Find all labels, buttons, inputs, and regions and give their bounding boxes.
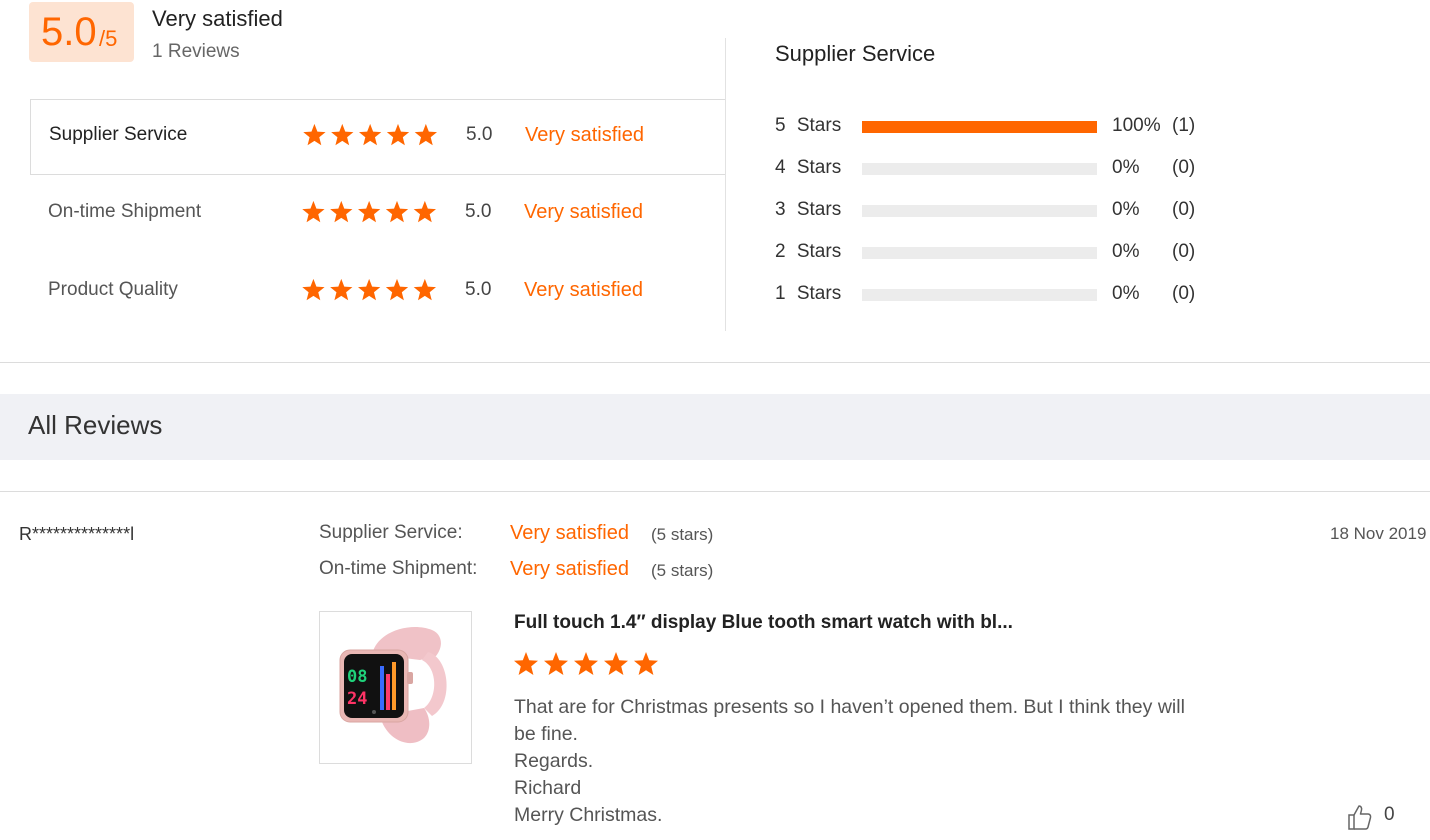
star-icon: [385, 278, 409, 301]
thumbs-up-icon: [1348, 805, 1372, 830]
distribution-label: 1 Stars: [775, 283, 842, 304]
distribution-percent: 0%: [1112, 199, 1140, 220]
helpful-button[interactable]: 0: [1346, 803, 1395, 831]
section-divider: [0, 362, 1430, 363]
review-text-line: Merry Christmas.: [514, 804, 663, 826]
star-icon: [358, 278, 381, 301]
star-icon: [413, 278, 436, 301]
category-score: 5.0: [466, 124, 493, 145]
product-title[interactable]: Full touch 1.4″ display Blue tooth smart…: [514, 612, 1013, 634]
category-score: 5.0: [465, 201, 492, 222]
star-icon: [604, 652, 628, 675]
category-stars: [302, 278, 436, 301]
star-icon: [544, 652, 568, 675]
review-rating-label: Supplier Service:: [319, 522, 463, 543]
distribution-row-3: 3 Stars 0% (0): [775, 196, 1235, 226]
category-satisfaction: Very satisfied: [525, 124, 644, 146]
distribution-bar-track: [862, 205, 1097, 217]
category-satisfaction: Very satisfied: [524, 279, 643, 301]
review-divider: [0, 491, 1430, 492]
star-icon: [385, 200, 409, 223]
category-label: Product Quality: [48, 279, 178, 300]
reviews-count: 1 Reviews: [152, 41, 240, 62]
distribution-count: (1): [1172, 115, 1196, 136]
star-icon: [359, 123, 382, 146]
overall-score-badge: 5.0 /5: [29, 2, 134, 62]
overall-score: 5.0: [41, 10, 97, 54]
star-icon: [413, 200, 436, 223]
overall-rating-title: Very satisfied: [152, 6, 283, 31]
category-label: Supplier Service: [49, 124, 188, 145]
category-score: 5.0: [465, 279, 492, 300]
review-rating-stars-text: (5 stars): [651, 525, 714, 544]
star-icon: [331, 123, 354, 146]
star-icon: [574, 652, 598, 675]
star-icon: [303, 123, 326, 146]
distribution-row-4: 4 Stars 0% (0): [775, 154, 1235, 184]
overall-score-max: /5: [99, 26, 118, 51]
review-rating-label: On-time Shipment:: [319, 558, 478, 579]
distribution-count: (0): [1172, 157, 1196, 178]
distribution-percent: 100%: [1112, 115, 1161, 136]
category-row-product-quality[interactable]: Product Quality 5.0 Very satisfied: [30, 255, 726, 331]
review-text-line: Regards.: [514, 750, 594, 772]
star-icon: [358, 200, 381, 223]
star-icon: [302, 200, 325, 223]
distribution-bar-track: [862, 163, 1097, 175]
review-text-line: Richard: [514, 777, 582, 799]
product-thumbnail[interactable]: 08 24: [319, 611, 472, 764]
distribution-percent: 0%: [1112, 241, 1140, 262]
review-rating-value: Very satisfied: [510, 558, 629, 580]
category-row-on-time-shipment[interactable]: On-time Shipment 5.0 Very satisfied: [30, 177, 726, 253]
star-icon: [302, 278, 325, 301]
distribution-label: 5 Stars: [775, 115, 842, 136]
distribution-count: (0): [1172, 199, 1196, 220]
review-rating-on-time-shipment: On-time Shipment:: [319, 558, 477, 580]
distribution-label: 3 Stars: [775, 199, 842, 220]
star-icon: [514, 652, 538, 675]
star-icon: [330, 278, 353, 301]
distribution-count: (0): [1172, 283, 1196, 304]
star-icon: [414, 123, 437, 146]
distribution-percent: 0%: [1112, 157, 1140, 178]
svg-text:08: 08: [347, 667, 367, 687]
smartwatch-image: 08 24: [339, 627, 447, 744]
svg-text:24: 24: [347, 689, 367, 709]
distribution-label: 2 Stars: [775, 241, 842, 262]
distribution-row-5: 5 Stars 100% (1): [775, 112, 1235, 142]
distribution-row-2: 2 Stars 0% (0): [775, 238, 1235, 268]
review-stars: [514, 652, 658, 675]
distribution-bar-track: [862, 121, 1097, 133]
review-text: That are for Christmas presents so I hav…: [514, 694, 1264, 829]
distribution-bar-fill: [862, 121, 1097, 133]
distribution-label: 4 Stars: [775, 157, 842, 178]
distribution-row-1: 1 Stars 0% (0): [775, 280, 1235, 310]
reviewer-name: R**************l: [19, 524, 135, 544]
distribution-bar-track: [862, 289, 1097, 301]
star-icon: [330, 200, 353, 223]
distribution-bar-track: [862, 247, 1097, 259]
summary-divider: [725, 38, 726, 331]
category-stars: [302, 200, 436, 223]
category-satisfaction: Very satisfied: [524, 201, 643, 223]
star-icon: [386, 123, 410, 146]
review-date: 18 Nov 2019: [1330, 524, 1427, 543]
distribution-percent: 0%: [1112, 283, 1140, 304]
distribution-title: Supplier Service: [775, 41, 936, 66]
review-text-line: That are for Christmas presents so I hav…: [514, 696, 1185, 718]
category-row-supplier-service[interactable]: Supplier Service 5.0 Very satisfied: [30, 99, 726, 175]
all-reviews-header: All Reviews: [0, 394, 1430, 460]
distribution-count: (0): [1172, 241, 1196, 262]
star-icon: [634, 652, 658, 675]
review-rating-supplier-service: Supplier Service:: [319, 522, 463, 544]
review-text-line: be fine.: [514, 723, 578, 745]
review-rating-stars-text: (5 stars): [651, 561, 714, 580]
category-stars: [303, 123, 437, 146]
review-rating-value: Very satisfied: [510, 522, 629, 544]
category-label: On-time Shipment: [48, 201, 202, 222]
helpful-count: 0: [1384, 804, 1395, 825]
all-reviews-title: All Reviews: [28, 410, 163, 440]
